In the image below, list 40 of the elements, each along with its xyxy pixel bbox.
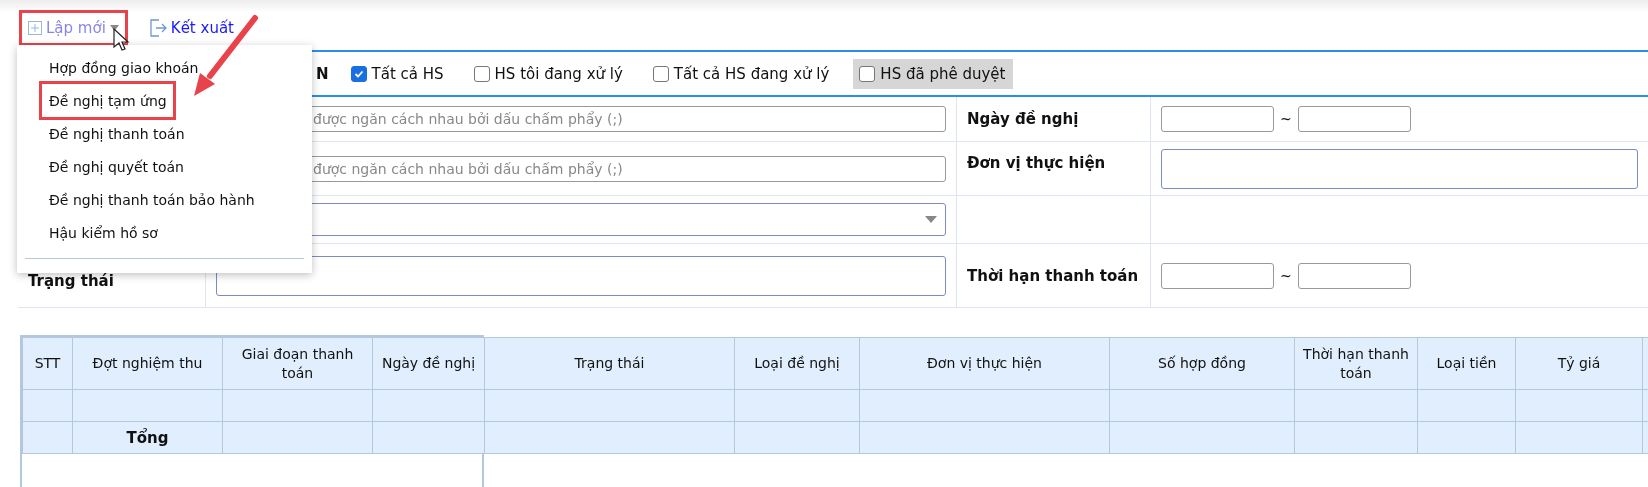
plus-icon <box>28 21 42 35</box>
column-header: Trạng thái <box>484 337 735 390</box>
column-header: Loại tiền <box>1417 337 1516 390</box>
column-header: Đợt nghiệm thu <box>72 337 223 390</box>
total-label: Tổng <box>72 421 223 454</box>
menu-item[interactable]: Đề nghị thanh toán <box>49 117 185 150</box>
column-header: Thời hạn thanh toán <box>1294 337 1418 390</box>
field-label: Ngày đề nghị <box>967 110 1079 128</box>
field-label: Thời hạn thanh toán <box>967 266 1139 285</box>
date-field[interactable] <box>1297 262 1411 289</box>
field-label: Đơn vị thực hiện <box>967 154 1106 172</box>
column-header: Giai đoạn thanh toán <box>222 337 373 390</box>
range-separator: ~ <box>1280 111 1292 127</box>
filter-checkbox[interactable]: HS đã phê duyệt <box>853 58 1014 89</box>
filter-checkbox[interactable]: Tất cả HS <box>344 58 452 89</box>
column-header: Tỷ giá <box>1515 337 1643 390</box>
menu-item[interactable]: Hợp đồng giao khoán <box>49 51 199 84</box>
date-field[interactable] <box>1297 106 1411 132</box>
menu-item[interactable]: Đề nghị tạm ứng <box>42 84 173 117</box>
date-field[interactable] <box>1161 262 1274 289</box>
menu-item[interactable]: Hậu kiểm hồ sơ <box>49 216 158 249</box>
text-field[interactable] <box>216 255 946 296</box>
filter-checkbox[interactable]: HS tôi đang xử lý <box>467 58 631 89</box>
filter-label: N <box>316 64 329 83</box>
column-header: Loại đề nghị <box>734 337 860 390</box>
column-header: Số hợp đồng <box>1109 337 1295 390</box>
export-button[interactable]: Kết xuất <box>142 13 240 43</box>
column-header: Ngày đề nghị <box>372 337 485 390</box>
text-field[interactable] <box>1161 148 1638 189</box>
date-field[interactable] <box>1161 106 1274 132</box>
check-icon <box>353 68 364 79</box>
range-separator: ~ <box>1280 267 1292 284</box>
filter-checkbox[interactable]: Tất cả HS đang xử lý <box>646 58 838 89</box>
menu-item[interactable]: Đề nghị thanh toán bảo hành <box>49 183 255 216</box>
column-header: STT <box>22 337 73 390</box>
menu-item[interactable]: Đề nghị quyết toán <box>49 150 184 183</box>
caret-icon <box>925 216 937 223</box>
export-icon <box>148 19 167 37</box>
column-header: Đơn vị thực hiện <box>859 337 1110 390</box>
field-label: Trạng thái <box>28 272 114 290</box>
